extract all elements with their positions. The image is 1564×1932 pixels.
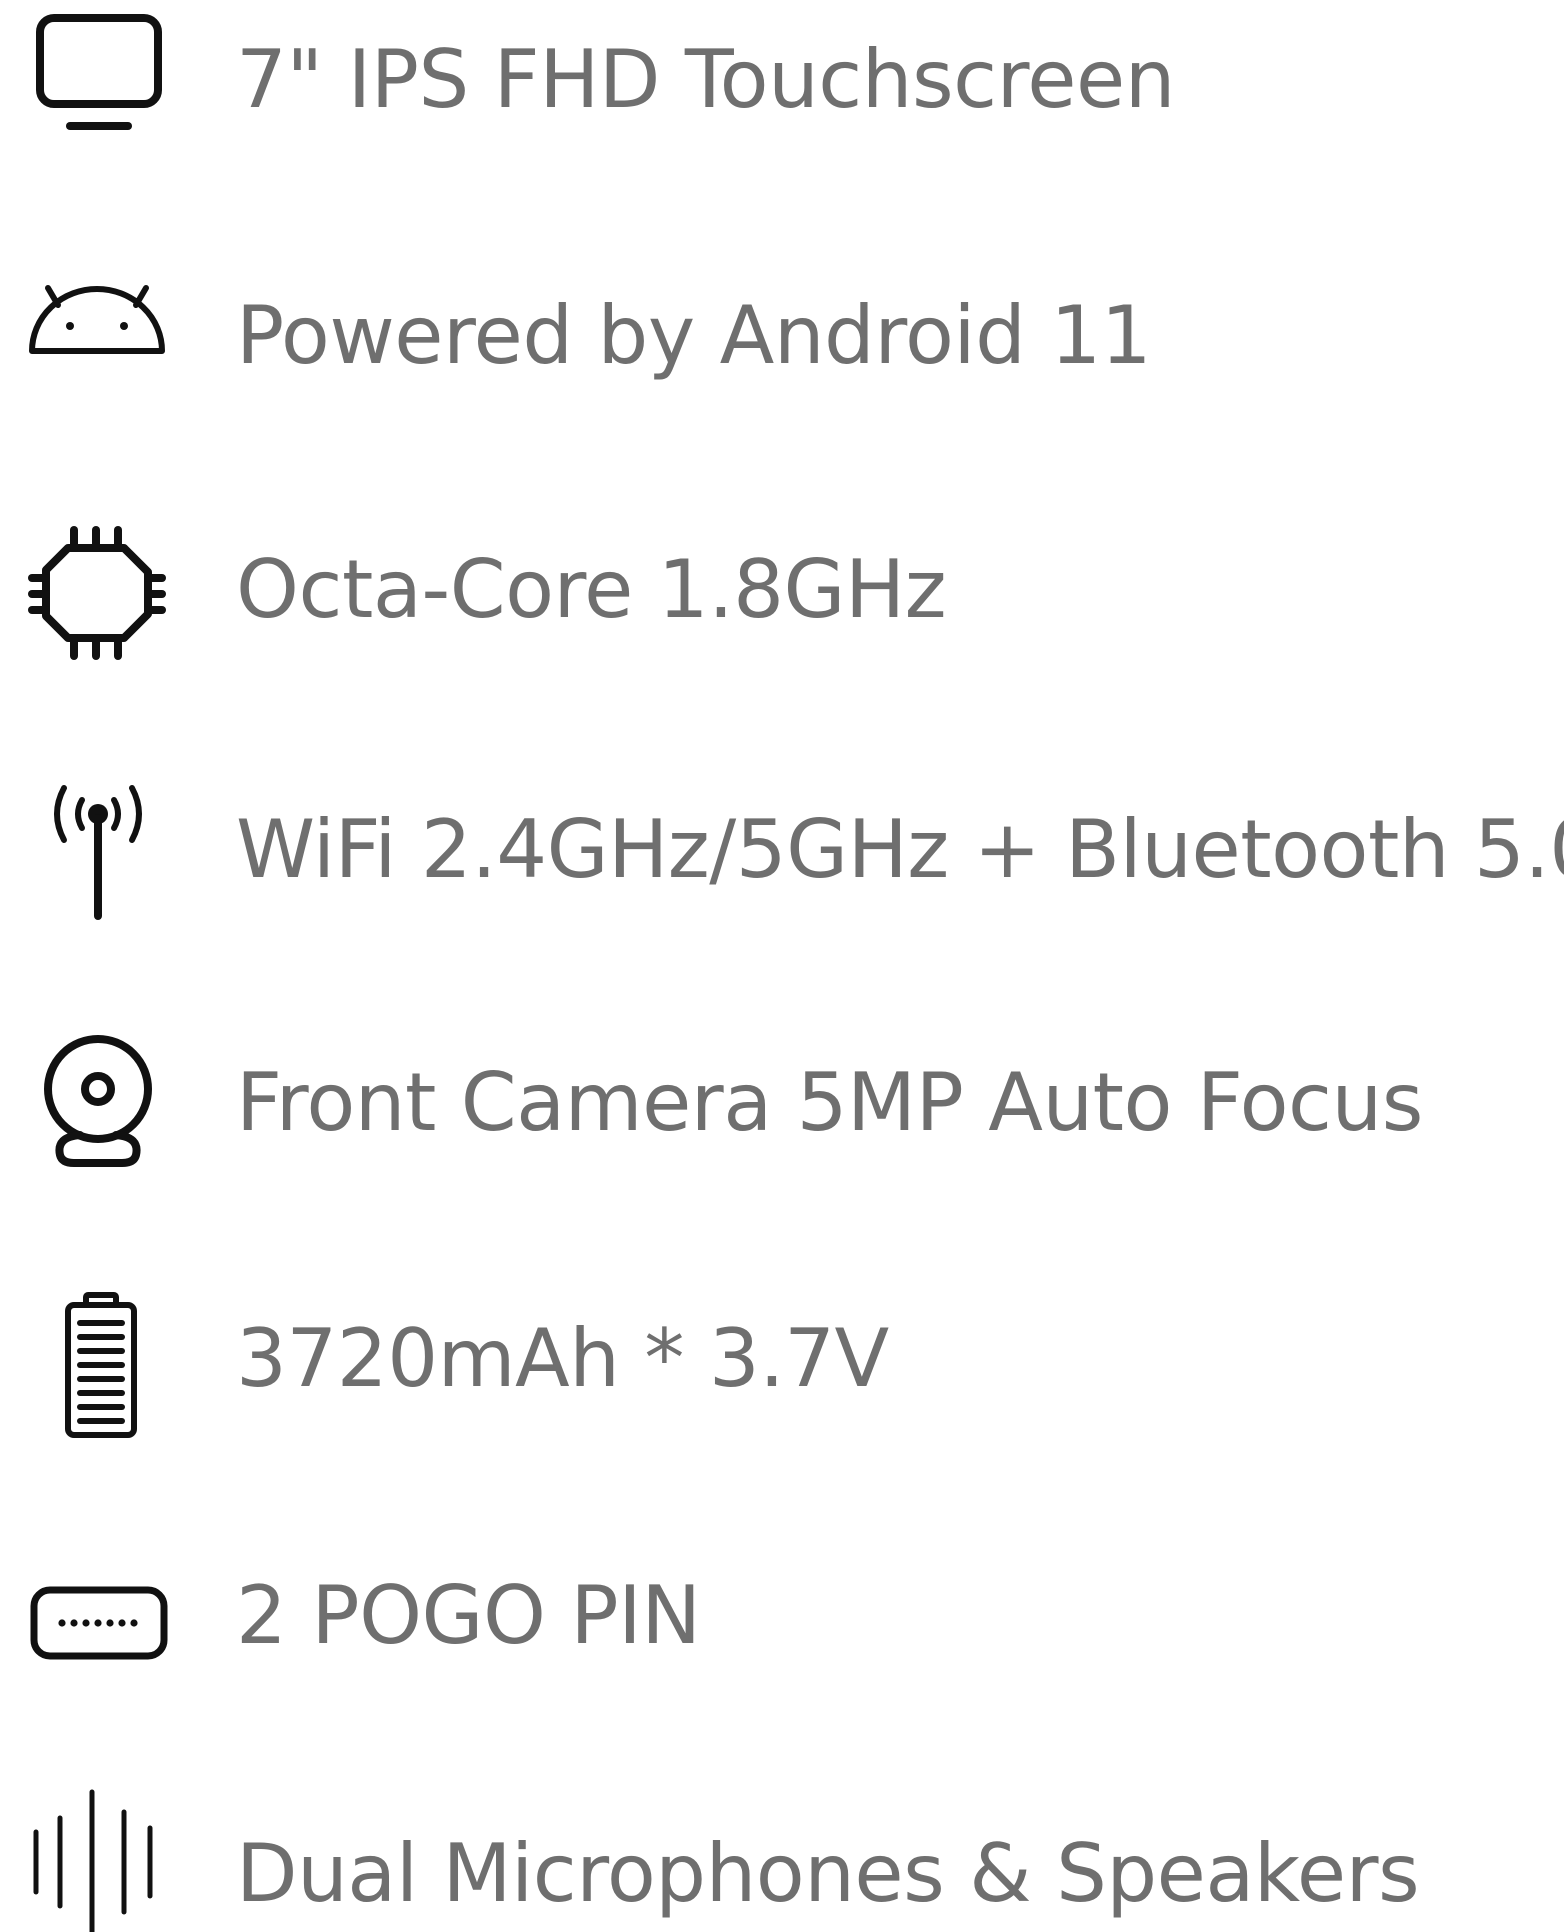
spec-label: Powered by Android 11 (236, 289, 1152, 382)
spec-label: 7" IPS FHD Touchscreen (236, 33, 1175, 126)
spec-item-processor: Octa-Core 1.8GHz (0, 514, 1564, 714)
spec-label: Front Camera 5MP Auto Focus (236, 1056, 1423, 1149)
spec-item-audio: Dual Microphones & Speakers (0, 1716, 1564, 1932)
webcam-icon (22, 1027, 172, 1177)
spec-label: Dual Microphones & Speakers (236, 1827, 1420, 1920)
antenna-signal-icon (22, 770, 172, 920)
cpu-chip-icon (22, 514, 172, 664)
spec-item-connectivity: WiFi 2.4GHz/5GHz + Bluetooth 5.0 (0, 770, 1564, 970)
spec-item-battery: 3720mAh * 3.7V (0, 1283, 1564, 1483)
spec-label: 2 POGO PIN (236, 1569, 701, 1662)
sound-wave-icon (22, 1782, 172, 1932)
pogo-pin-connector-icon (22, 1540, 172, 1690)
spec-label: Octa-Core 1.8GHz (236, 543, 947, 636)
monitor-icon (22, 4, 172, 154)
spec-list: 7" IPS FHD Touchscreen Powered by Androi… (0, 0, 1564, 1932)
spec-item-os: Powered by Android 11 (0, 258, 1564, 458)
spec-label: WiFi 2.4GHz/5GHz + Bluetooth 5.0 (236, 803, 1564, 896)
spec-item-camera: Front Camera 5MP Auto Focus (0, 1027, 1564, 1227)
spec-label: 3720mAh * 3.7V (236, 1312, 889, 1405)
spec-item-pogo-pin: 2 POGO PIN (0, 1540, 1564, 1740)
android-icon (22, 258, 172, 408)
battery-icon (22, 1292, 172, 1443)
spec-item-display: 7" IPS FHD Touchscreen (0, 0, 1564, 200)
